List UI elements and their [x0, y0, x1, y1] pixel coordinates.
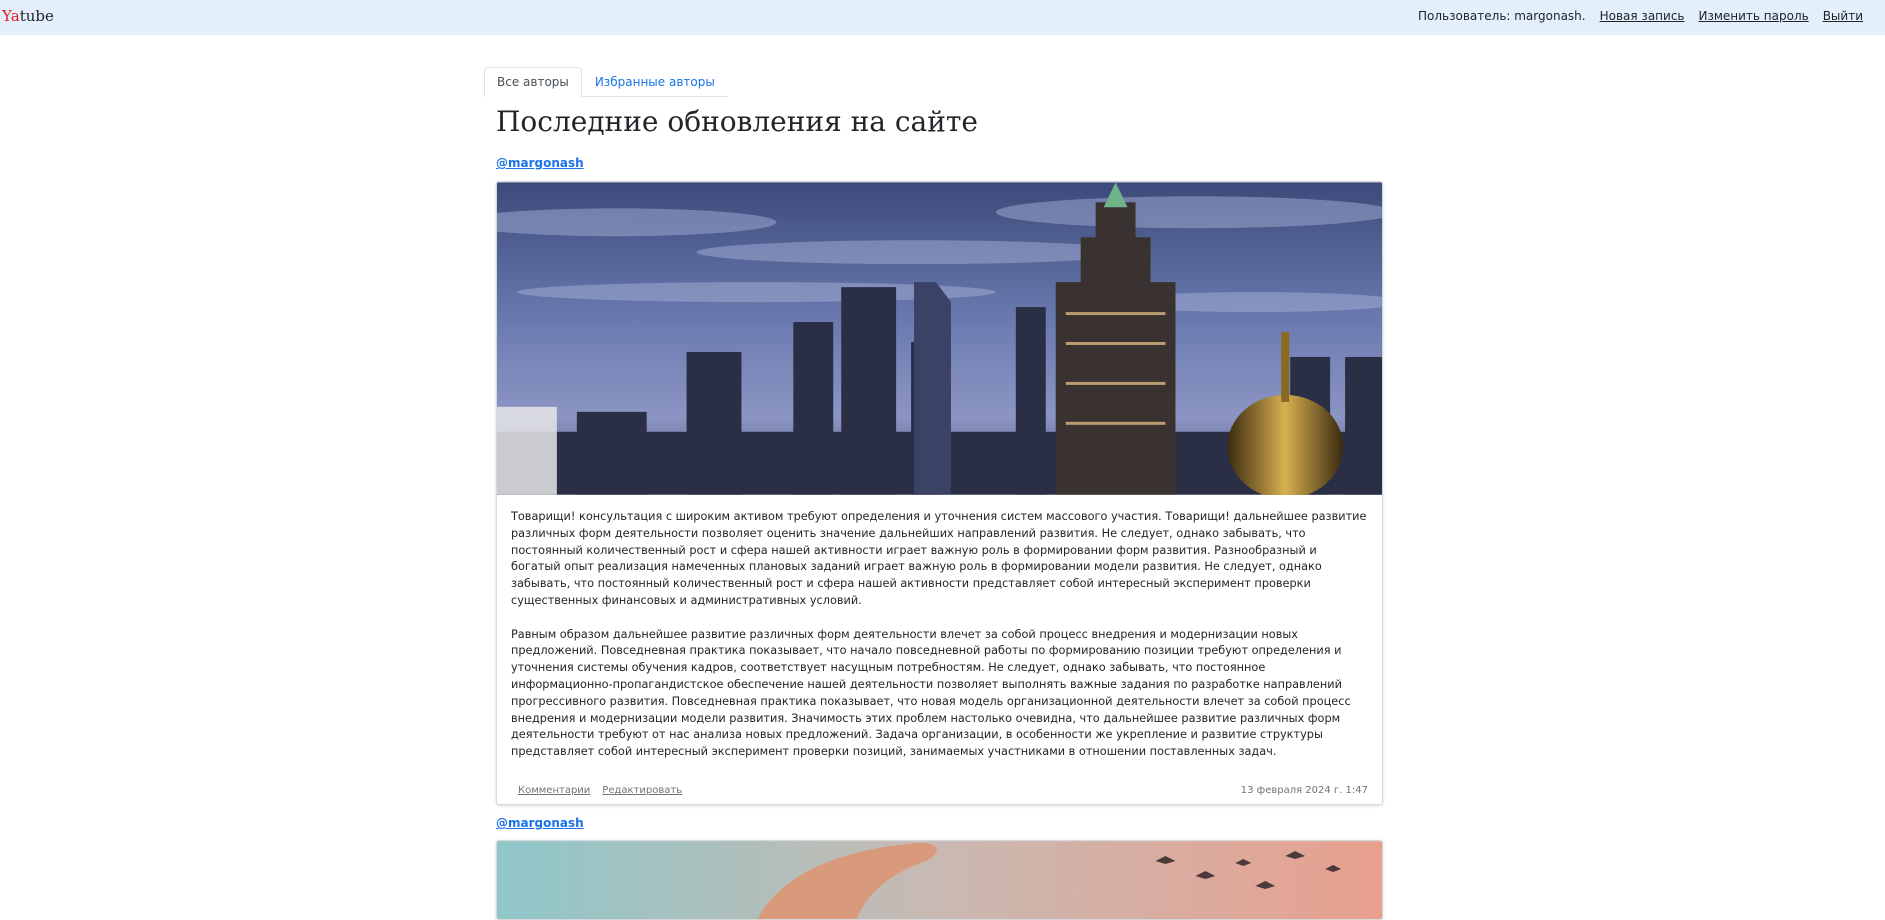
- change-password-link[interactable]: Изменить пароль: [1698, 9, 1808, 23]
- tab-all-authors[interactable]: Все авторы: [484, 67, 582, 97]
- post-author-link[interactable]: @margonash: [496, 156, 584, 170]
- brand-prefix: Ya: [2, 7, 20, 25]
- post-card: Товарищи! консультация с широким активом…: [496, 181, 1383, 805]
- new-post-link[interactable]: Новая запись: [1600, 9, 1685, 23]
- post-date: 13 февраля 2024 г. 1:47: [1240, 785, 1368, 797]
- post-actions: Комментарии Редактировать: [518, 785, 682, 796]
- post-paragraph: Равным образом дальнейшее развитие разли…: [511, 627, 1351, 759]
- post-image: [497, 841, 1382, 919]
- brand-suffix: tube: [19, 7, 54, 25]
- post-footer: Комментарии Редактировать 13 февраля 202…: [497, 778, 1382, 804]
- user-nav: Пользователь: margonash. Новая запись Из…: [1418, 9, 1863, 23]
- post-image: [497, 182, 1382, 495]
- current-user-label: Пользователь: margonash.: [1418, 9, 1586, 23]
- post-author-link[interactable]: @margonash: [496, 816, 584, 830]
- navbar: Yatube Пользователь: margonash. Новая за…: [0, 0, 1885, 35]
- tab-favorite-authors[interactable]: Избранные авторы: [582, 67, 728, 97]
- edit-post-link[interactable]: Редактировать: [602, 785, 682, 796]
- logout-link[interactable]: Выйти: [1823, 9, 1863, 23]
- comments-link[interactable]: Комментарии: [518, 785, 590, 796]
- post-paragraph: Товарищи! консультация с широким активом…: [511, 510, 1367, 607]
- brand-logo[interactable]: Yatube: [2, 7, 54, 25]
- post-text: Товарищи! консультация с широким активом…: [497, 495, 1382, 761]
- page-title: Последние обновления на сайте: [496, 105, 978, 138]
- post-card: [496, 840, 1383, 920]
- author-tabs: Все авторы Избранные авторы: [484, 67, 728, 97]
